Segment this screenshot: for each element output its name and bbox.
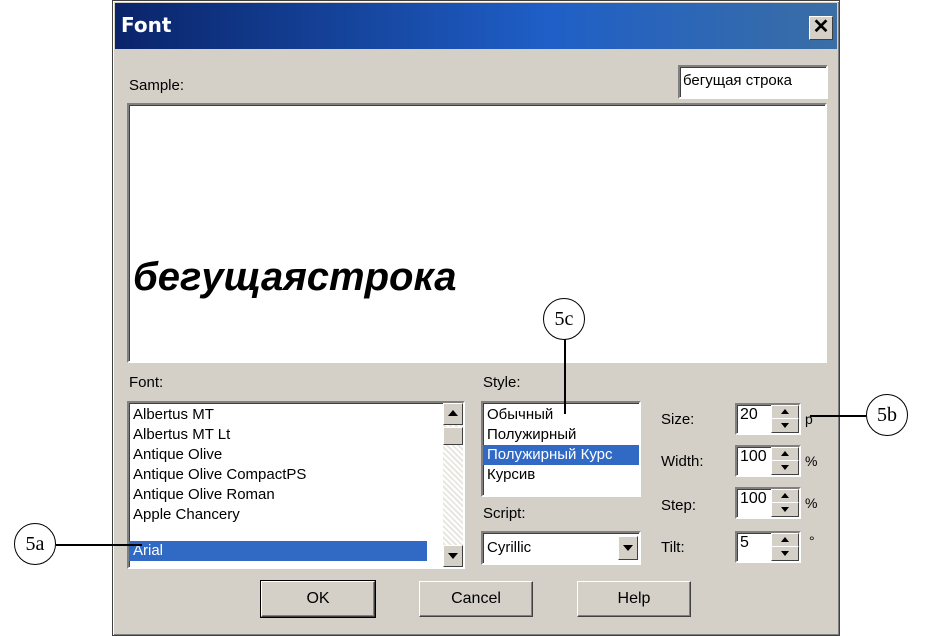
tilt-unit: °	[809, 533, 815, 549]
help-button[interactable]: Help	[577, 581, 691, 617]
arrow-up-icon	[448, 410, 458, 416]
close-icon: ✕	[812, 16, 830, 38]
font-list-scrollbar[interactable]	[443, 403, 463, 567]
sample-text-input[interactable]: бегущая строка	[678, 65, 828, 99]
script-value: Cyrillic	[487, 539, 532, 556]
font-list-item[interactable]: Antique Olive CompactPS	[133, 465, 306, 485]
callout-5a-leader	[56, 544, 142, 546]
callout-5b: 5b	[866, 394, 908, 436]
style-list-item[interactable]: Полужирный	[487, 425, 576, 445]
step-spinbox[interactable]: 100	[735, 487, 801, 519]
size-value: 20	[740, 406, 758, 423]
font-label: Font:	[129, 374, 164, 391]
close-button[interactable]: ✕	[809, 16, 833, 40]
style-label: Style:	[483, 374, 521, 391]
font-list-item[interactable]: Albertus MT	[133, 405, 214, 425]
font-listbox[interactable]: Albertus MT Albertus MT Lt Antique Olive…	[127, 401, 465, 569]
width-label: Width:	[661, 453, 704, 470]
size-decrement-button[interactable]	[771, 418, 799, 433]
title-bar: Font ✕	[115, 3, 837, 49]
callout-5c-leader	[564, 338, 566, 414]
width-decrement-button[interactable]	[771, 460, 799, 475]
sample-preview: бегущаястрока	[127, 103, 827, 363]
style-list-item[interactable]: Курсив	[487, 465, 535, 485]
size-spinbox[interactable]: 20	[735, 403, 801, 435]
style-list-item[interactable]: Обычный	[487, 405, 553, 425]
font-list-item[interactable]: Antique Olive	[133, 445, 222, 465]
width-value: 100	[740, 448, 767, 465]
step-decrement-button[interactable]	[771, 502, 799, 517]
sample-input-value: бегущая строка	[683, 72, 792, 89]
script-label: Script:	[483, 505, 526, 522]
script-dropdown-button[interactable]	[618, 536, 638, 560]
font-list-item[interactable]: Apple Chancery	[133, 505, 240, 525]
ok-button[interactable]: OK	[260, 580, 376, 618]
font-list-item-selected[interactable]: Arial	[129, 541, 427, 561]
width-spinbox[interactable]: 100	[735, 445, 801, 477]
font-list-item[interactable]: Albertus MT Lt	[133, 425, 230, 445]
step-label: Step:	[661, 497, 697, 514]
scroll-down-button[interactable]	[443, 545, 463, 567]
cancel-button[interactable]: Cancel	[419, 581, 533, 617]
font-dialog: Font ✕ Sample: бегущая строка бегущаястр…	[112, 0, 840, 636]
sample-label: Sample:	[129, 77, 185, 94]
sample-preview-text: бегущаястрока	[133, 255, 457, 299]
tilt-decrement-button[interactable]	[771, 546, 799, 561]
callout-5a: 5a	[14, 523, 56, 565]
font-list-item[interactable]: Antique Olive Roman	[133, 485, 275, 505]
step-value: 100	[740, 490, 767, 507]
script-select[interactable]: Cyrillic	[481, 531, 641, 565]
width-unit: %	[805, 453, 818, 469]
style-listbox[interactable]: Обычный Полужирный Полужирный Курс Курси…	[481, 401, 641, 497]
callout-5b-leader	[810, 415, 866, 417]
tilt-label: Tilt:	[661, 539, 685, 556]
size-label: Size:	[661, 411, 695, 428]
chevron-down-icon	[623, 545, 633, 551]
scroll-thumb[interactable]	[443, 427, 463, 445]
step-unit: %	[805, 495, 818, 511]
callout-5c: 5c	[543, 298, 585, 340]
tilt-spinbox[interactable]: 5	[735, 531, 801, 563]
dialog-title: Font	[121, 13, 172, 37]
arrow-down-icon	[448, 553, 458, 559]
scroll-up-button[interactable]	[443, 403, 463, 425]
style-list-item-selected[interactable]: Полужирный Курс	[483, 445, 639, 465]
size-unit: p	[805, 411, 813, 427]
tilt-value: 5	[740, 534, 749, 551]
